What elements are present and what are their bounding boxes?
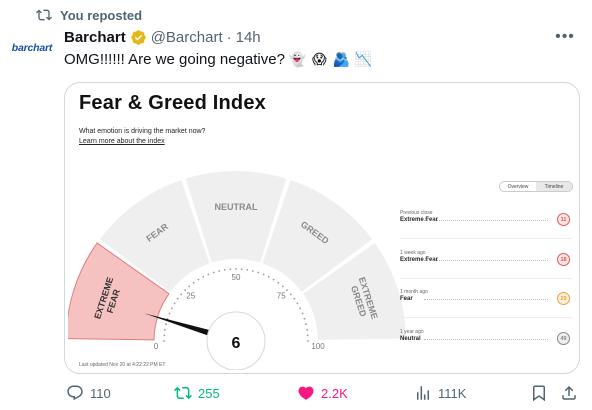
repost-action-icon	[174, 386, 192, 400]
share-button[interactable]	[560, 382, 578, 404]
ring-dot	[257, 271, 260, 274]
ring-dot	[229, 268, 232, 271]
bookmark-button[interactable]	[530, 382, 548, 404]
views-count: 111K	[438, 385, 467, 401]
ring-dot	[281, 285, 284, 288]
ring-dot	[307, 340, 309, 342]
ring-dot	[289, 293, 292, 296]
ring-dot	[202, 275, 205, 278]
ring-dot	[272, 278, 275, 281]
ghost-emoji-icon: 👻	[288, 51, 307, 67]
separator-dot: ·	[226, 28, 232, 46]
ring-dot	[301, 312, 304, 315]
avatar-logo-text: barchart	[11, 42, 53, 54]
share-icon	[562, 385, 576, 400]
ring-dot	[306, 328, 309, 331]
repost-label: You reposted	[60, 7, 143, 23]
fear-greed-graphic: Fear & Greed Index What emotion is drivi…	[68, 86, 576, 370]
ring-dot	[296, 302, 299, 305]
ring-dot	[163, 328, 166, 331]
ring-dot	[235, 268, 237, 270]
timeline-tab: Timeline	[536, 182, 572, 191]
ring-dot	[180, 293, 183, 296]
ring-dot	[184, 289, 186, 291]
author-name[interactable]: Barchart	[64, 29, 126, 46]
ring-dot	[262, 273, 265, 276]
more-options-icon[interactable]: •••	[554, 28, 576, 46]
tweet-author-line: Barchart @Barchart · 14h	[64, 27, 261, 47]
gauge-value: 6	[232, 335, 241, 352]
tweet-timestamp[interactable]: 14h	[236, 29, 261, 46]
ring-dot	[246, 268, 249, 271]
ring-dot	[223, 268, 226, 271]
heart-icon	[298, 386, 314, 400]
reply-count: 110	[90, 385, 111, 401]
ring-dot	[176, 297, 179, 300]
ring-dot	[163, 340, 165, 342]
fear-greed-gauge: EXTREMEFEARFEARNEUTRALGREEDEXTREMEGREED …	[68, 170, 406, 370]
overview-tab: Overview	[500, 182, 536, 191]
ring-dot	[267, 275, 270, 278]
bookmark-icon	[533, 385, 545, 402]
ring-dot	[192, 281, 195, 284]
author-handle[interactable]: @Barchart	[151, 29, 223, 46]
reply-icon	[67, 385, 83, 401]
reply-button[interactable]: 110	[66, 382, 111, 404]
tweet-text: OMG!!!!!! Are we going negative? 👻 😱 🫂 📉	[64, 51, 373, 68]
repost-count: 255	[198, 385, 220, 401]
tick-label: 50	[232, 273, 241, 282]
ring-dot	[305, 323, 307, 326]
ring-dot	[240, 268, 243, 271]
chart-decreasing-emoji-icon: 📉	[354, 51, 373, 67]
ring-dot	[207, 273, 210, 276]
ring-dot	[218, 270, 221, 272]
tweet-action-bar: 110 255 2.2K 111K	[64, 382, 580, 404]
ring-dot	[293, 297, 296, 300]
ring-dot	[197, 278, 200, 281]
tick-label: 75	[277, 292, 286, 301]
last-updated-text: Last updated Nov 20 at 4:22:22 PM ET	[79, 362, 166, 368]
tick-label: 0	[154, 342, 159, 351]
media-image[interactable]: Fear & Greed Index What emotion is drivi…	[64, 82, 580, 374]
ring-dot	[299, 307, 302, 310]
ring-dot	[188, 285, 191, 288]
ring-dot	[173, 302, 176, 305]
repost-icon	[36, 9, 52, 21]
like-button[interactable]: 2.2K	[297, 382, 348, 404]
tick-label: 100	[311, 342, 325, 351]
ring-dot	[286, 289, 288, 291]
ring-dot	[306, 334, 309, 337]
ring-dot	[303, 317, 306, 320]
tick-label: 25	[186, 292, 195, 301]
like-count: 2.2K	[321, 385, 348, 401]
ring-dot	[212, 271, 215, 274]
tweet-body: OMG!!!!!! Are we going negative?	[64, 51, 285, 68]
ring-dot	[170, 307, 173, 310]
repost-indicator: You reposted	[36, 6, 142, 24]
ring-dot	[163, 334, 166, 337]
ring-dot	[277, 281, 280, 284]
views-chart-icon	[417, 386, 429, 400]
view-toggle: Overview Timeline	[499, 181, 573, 192]
screaming-face-emoji-icon: 😱	[312, 51, 327, 67]
verified-badge-icon[interactable]	[130, 29, 147, 46]
people-hugging-emoji-icon: 🫂	[332, 51, 351, 67]
ring-dot	[251, 270, 254, 272]
repost-button[interactable]: 255	[174, 382, 220, 404]
ring-dot	[165, 323, 167, 326]
segment-label: NEUTRAL	[215, 202, 258, 212]
views-button[interactable]: 111K	[414, 382, 466, 404]
ring-dot	[168, 312, 171, 315]
avatar[interactable]: barchart	[10, 38, 54, 58]
